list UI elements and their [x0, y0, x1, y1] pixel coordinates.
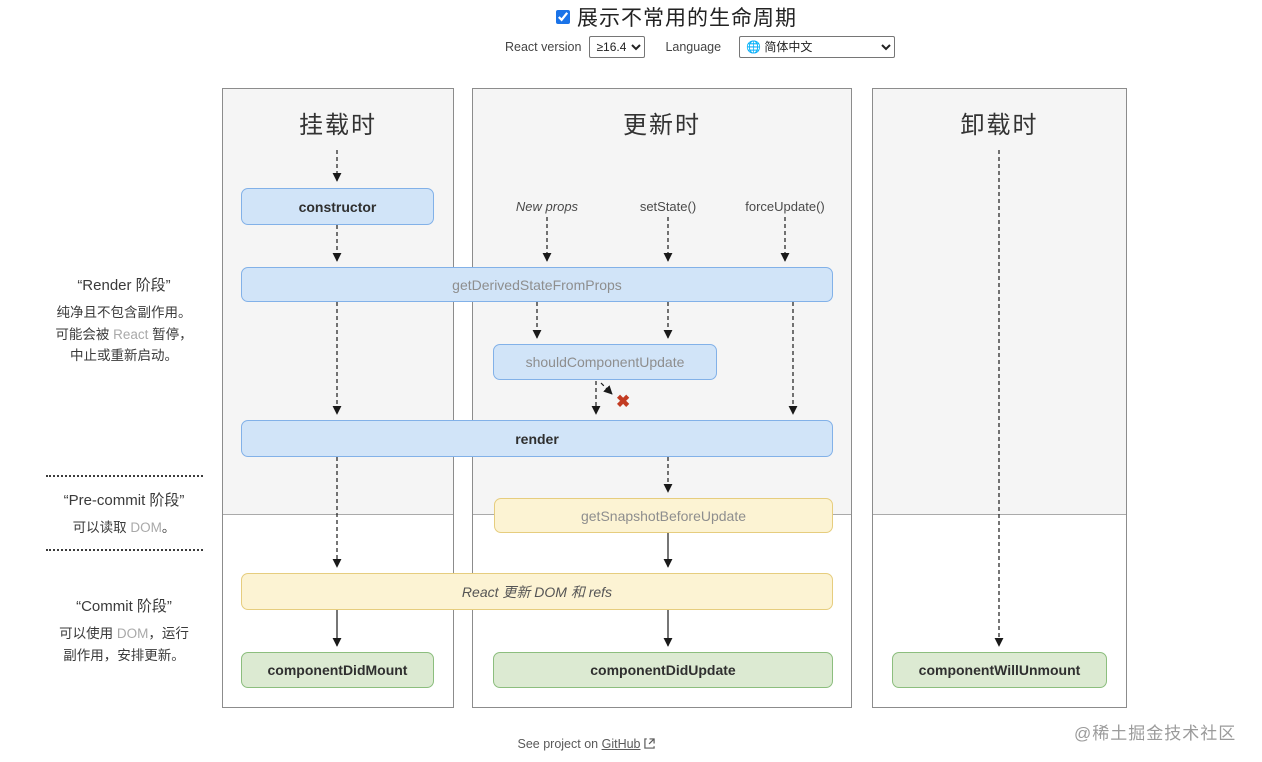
controls-row: React version ≥16.4 Language 🌐 简体中文 [505, 36, 896, 58]
watermark: @稀土掘金技术社区 [1074, 724, 1237, 743]
phase-separator-top [46, 475, 203, 477]
trigger-force-update: forceUpdate() [745, 199, 825, 214]
language-label: Language [665, 40, 722, 54]
render-phase-lines: 纯净且不包含副作用。 可能会被 React 暂停， 中止或重新启动。 [55, 305, 193, 363]
get-snapshot-before-update-box[interactable]: getSnapshotBeforeUpdate [494, 498, 833, 533]
constructor-box[interactable]: constructor [241, 188, 434, 225]
show-uncommon-checkbox[interactable] [556, 10, 570, 24]
page-title: 展示不常用的生命周期 [577, 6, 797, 30]
mounting-column-title: 挂载时 [299, 113, 377, 139]
precommit-phase-note: “Pre-commit 阶段” 可以读取 DOM。 [22, 489, 226, 539]
mounting-column: 挂载时 [222, 88, 454, 708]
footer-text: See project on [517, 737, 599, 751]
language-select[interactable]: 🌐 简体中文 [739, 36, 896, 58]
precommit-phase-lines: 可以读取 DOM。 [72, 520, 176, 535]
commit-phase-lines: 可以使用 DOM，运行 副作用，安排更新。 [59, 626, 189, 663]
precommit-phase-title: “Pre-commit 阶段” [63, 492, 185, 509]
component-will-unmount-box[interactable]: componentWillUnmount [892, 652, 1107, 688]
external-link-icon [643, 738, 655, 752]
title-row: 展示不常用的生命周期 [556, 2, 797, 32]
trigger-new-props: New props [515, 199, 579, 214]
render-phase-band [873, 89, 1126, 515]
commit-phase-note: “Commit 阶段” 可以使用 DOM，运行 副作用，安排更新。 [22, 595, 226, 666]
footer: See project on GitHub [436, 737, 736, 752]
updating-column-title: 更新时 [623, 113, 701, 139]
unmounting-column-title: 卸载时 [960, 113, 1039, 139]
react-version-label: React version [505, 40, 582, 54]
updating-column: 更新时 [472, 88, 852, 708]
render-phase-title: “Render 阶段” [77, 277, 171, 294]
commit-phase-title: “Commit 阶段” [76, 598, 172, 615]
component-did-update-box[interactable]: componentDidUpdate [493, 652, 833, 688]
get-derived-state-from-props-box[interactable]: getDerivedStateFromProps [241, 267, 833, 302]
component-did-mount-box[interactable]: componentDidMount [241, 652, 434, 688]
react-version-select[interactable]: ≥16.4 [589, 36, 646, 58]
react-updates-dom-box: React 更新 DOM 和 refs [241, 573, 833, 610]
lifecycle-diagram-page: 展示不常用的生命周期 React version ≥16.4 Language … [0, 0, 1262, 762]
trigger-set-state: setState() [639, 199, 697, 214]
unmounting-column: 卸载时 [872, 88, 1127, 708]
render-phase-note: “Render 阶段” 纯净且不包含副作用。 可能会被 React 暂停， 中止或重… [22, 274, 226, 367]
render-box[interactable]: render [241, 420, 833, 457]
should-component-update-box[interactable]: shouldComponentUpdate [493, 344, 717, 380]
github-link[interactable]: GitHub [602, 737, 641, 751]
phase-separator-bottom [46, 549, 203, 551]
